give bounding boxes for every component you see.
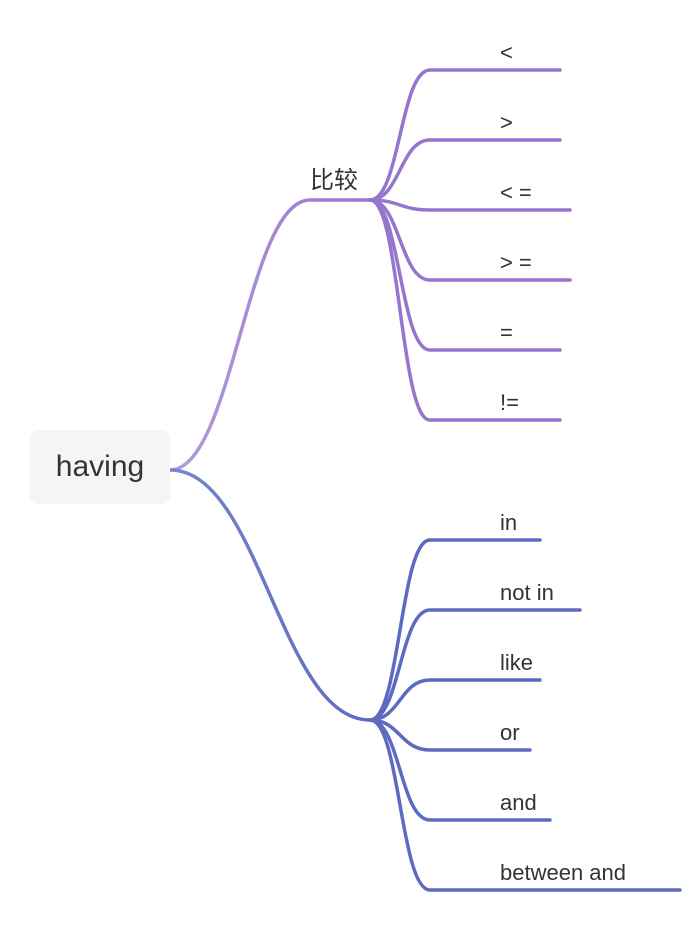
leaf-node-logic-6: in [500, 510, 517, 536]
leaf-label-logic-8: like [500, 650, 533, 675]
root-label: having [56, 450, 144, 483]
leaf-node-logic-10: and [500, 790, 537, 816]
leaf-label-compare-4: = [500, 320, 513, 345]
root-node: having [30, 430, 170, 504]
leaf-label-logic-6: in [500, 510, 517, 535]
leaf-node-compare-1: > [500, 110, 513, 136]
mid-node-compare: 比较 [310, 160, 358, 195]
leaf-node-compare-4: = [500, 320, 513, 346]
leaf-label-compare-1: > [500, 110, 513, 135]
leaf-label-logic-7: not in [500, 580, 554, 605]
leaf-label-logic-11: between and [500, 860, 626, 885]
leaf-node-compare-2: <= [500, 180, 538, 206]
leaf-node-compare-3: >= [500, 250, 538, 276]
leaf-label-compare-2: <= [500, 180, 538, 205]
mid-label-compare: 比较 [310, 167, 358, 194]
edge-root-to-compare [170, 200, 370, 470]
leaf-label-compare-5: != [500, 390, 519, 415]
leaf-label-compare-3: >= [500, 250, 538, 275]
edge-logic-leaf-6 [370, 540, 540, 720]
leaf-label-logic-10: and [500, 790, 537, 815]
leaf-node-logic-7: not in [500, 580, 554, 606]
leaf-label-compare-0: < [500, 40, 513, 65]
leaf-node-logic-9: or [500, 720, 520, 746]
leaf-node-logic-8: like [500, 650, 533, 676]
leaf-node-compare-5: != [500, 390, 519, 416]
leaf-label-logic-9: or [500, 720, 520, 745]
edge-compare-leaf-2 [370, 200, 570, 210]
leaf-node-logic-11: between and [500, 860, 626, 886]
leaf-node-compare-0: < [500, 40, 513, 66]
edge-root-to-logic [170, 470, 370, 720]
edges-group [170, 70, 680, 890]
